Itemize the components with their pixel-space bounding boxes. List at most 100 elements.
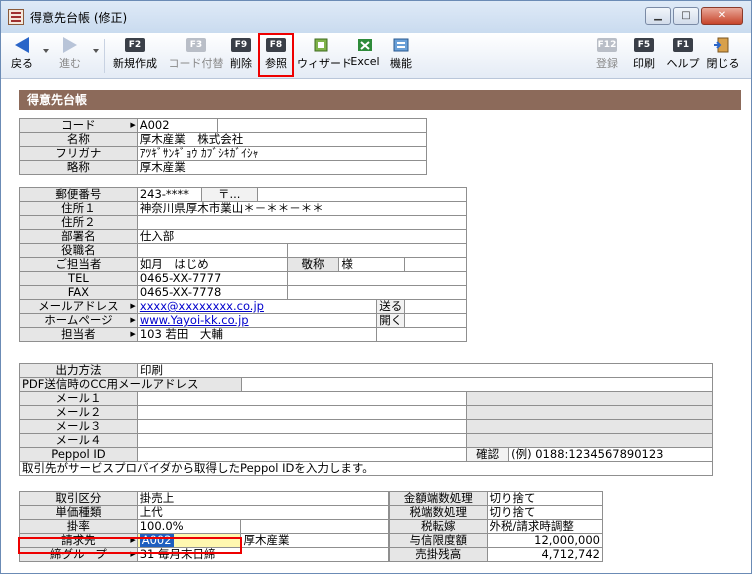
minimize-button[interactable]: ▁ xyxy=(645,7,671,25)
back-button[interactable]: 戻る xyxy=(5,35,39,75)
zip-lookup-button[interactable]: 〒... xyxy=(200,187,258,202)
price-type-label: 単価種類 xyxy=(19,505,138,520)
title-bar: 得意先台帳 (修正) ▁ □ ✕ xyxy=(1,1,751,33)
tax-rounding-field[interactable]: 切り捨て xyxy=(486,505,604,520)
amount-rounding-field[interactable]: 切り捨て xyxy=(486,491,604,506)
kana-field[interactable]: ｱﾂｷﾞｻﾝｷﾞｮｳ ｶﾌﾞｼｷｶﾞｲｼｬ xyxy=(136,146,428,161)
exit-door-icon xyxy=(714,37,729,53)
send-mail-button[interactable]: 送る xyxy=(376,299,406,314)
address2-field[interactable] xyxy=(136,215,468,230)
name-field[interactable]: 厚木産業 株式会社 xyxy=(136,132,428,147)
close-window-button[interactable]: ✕ xyxy=(701,7,743,25)
mail1-field[interactable] xyxy=(136,391,468,406)
bill-to-highlight xyxy=(18,537,242,554)
help-button[interactable]: F1 ヘルプ xyxy=(665,35,701,75)
mail2-label: メール２ xyxy=(19,405,138,420)
output-settings-table: 出力方法 印刷 PDF送信時のCC用メールアドレス メール１ メール２ メール３ … xyxy=(19,363,714,476)
peppol-label: Peppol ID xyxy=(19,447,138,462)
excel-button[interactable]: Excel xyxy=(349,35,381,75)
staff-field[interactable]: 103 若田 大輔 xyxy=(136,327,378,342)
delete-button[interactable]: F9 削除 xyxy=(227,35,255,75)
mail4-field[interactable] xyxy=(136,433,468,448)
contact-table: 郵便番号 243-**** 〒... 住所１ 神奈川県厚木市業山＊－＊＊－＊＊ 住所２… xyxy=(19,187,468,342)
contact-person-label: ご担当者 xyxy=(19,257,138,272)
mail1-label: メール１ xyxy=(19,391,138,406)
tax-settings-table: 金額端数処理 切り捨て 税端数処理 切り捨て 税転嫁 外税/請求時調整 与信限度額 12… xyxy=(389,491,604,562)
address1-field[interactable]: 神奈川県厚木市業山＊－＊＊－＊＊ xyxy=(136,201,468,216)
rate-label: 掛率 xyxy=(19,519,138,534)
change-code-button[interactable]: F3 コード付替 xyxy=(167,35,225,75)
honorific-field[interactable]: 様 xyxy=(338,257,406,272)
credit-limit-label: 与信限度額 xyxy=(389,533,488,548)
mail2-field[interactable] xyxy=(136,405,468,420)
tax-mode-field[interactable]: 外税/請求時調整 xyxy=(486,519,604,534)
receivable-balance-label: 売掛残高 xyxy=(389,547,488,562)
code-field[interactable]: A002 xyxy=(136,118,218,133)
receivable-balance-field: 4,712,742 xyxy=(486,547,604,562)
zip-field[interactable]: 243-**** xyxy=(136,187,202,202)
department-field[interactable]: 仕入部 xyxy=(136,229,468,244)
mail3-label: メール３ xyxy=(19,419,138,434)
f1-key-icon: F1 xyxy=(673,38,693,52)
department-label: 部署名 xyxy=(19,229,138,244)
position-field[interactable] xyxy=(136,243,288,258)
zip-label: 郵便番号 xyxy=(19,187,138,202)
address1-label: 住所１ xyxy=(19,201,138,216)
peppol-id-field[interactable] xyxy=(136,447,468,462)
address2-label: 住所２ xyxy=(19,215,138,230)
functions-icon xyxy=(393,38,409,52)
peppol-note: 取引先がサービスプロバイダから取得したPeppol IDを入力します。 xyxy=(19,461,713,476)
section-header: 得意先台帳 xyxy=(19,90,741,110)
maximize-button[interactable]: □ xyxy=(673,7,699,25)
forward-dropdown-icon[interactable] xyxy=(93,49,99,53)
credit-limit-field[interactable]: 12,000,000 xyxy=(486,533,604,548)
output-method-label: 出力方法 xyxy=(19,363,138,378)
homepage-label: ホームページ xyxy=(19,313,138,328)
back-dropdown-icon[interactable] xyxy=(43,49,49,53)
trade-type-field[interactable]: 掛売上 xyxy=(136,491,390,506)
tel-field[interactable]: 0465-XX-7777 xyxy=(136,271,288,286)
peppol-confirm-button[interactable]: 確認 xyxy=(466,447,510,462)
code-label: コード xyxy=(19,118,138,133)
basic-info-table: コードA002 名称厚木産業 株式会社 フリガナｱﾂｷﾞｻﾝｷﾞｮｳ ｶﾌﾞｼｷ… xyxy=(19,118,428,175)
mail4-label: メール４ xyxy=(19,433,138,448)
functions-button[interactable]: 機能 xyxy=(385,35,417,75)
short-name-field[interactable]: 厚木産業 xyxy=(136,160,428,175)
customer-ledger-window: 得意先台帳 (修正) ▁ □ ✕ 戻る 進む F2 新規作成 F3 コード付替 … xyxy=(0,0,752,574)
forward-arrow-icon xyxy=(63,37,77,53)
email-field[interactable]: xxxx@xxxxxxxx.co.jp xyxy=(136,299,378,314)
contact-person-field[interactable]: 如月 はじめ xyxy=(136,257,288,272)
toolbar: 戻る 進む F2 新規作成 F3 コード付替 F9 削除 F8 参照 ウィザード xyxy=(1,33,751,79)
price-type-field[interactable]: 上代 xyxy=(136,505,390,520)
print-button[interactable]: F5 印刷 xyxy=(629,35,659,75)
f5-key-icon: F5 xyxy=(634,38,654,52)
excel-icon xyxy=(358,39,372,51)
wizard-icon xyxy=(314,38,328,52)
fax-label: FAX xyxy=(19,285,138,300)
tax-rounding-label: 税端数処理 xyxy=(389,505,488,520)
mail3-field[interactable] xyxy=(136,419,468,434)
forward-button[interactable]: 進む xyxy=(53,35,87,75)
tax-mode-label: 税転嫁 xyxy=(389,519,488,534)
fax-field[interactable]: 0465-XX-7778 xyxy=(136,285,288,300)
open-homepage-button[interactable]: 開く xyxy=(376,313,406,328)
rate-field[interactable]: 100.0% xyxy=(136,519,242,534)
short-name-label: 略称 xyxy=(19,160,138,175)
tel-label: TEL xyxy=(19,271,138,286)
cc-mail-label: PDF送信時のCC用メールアドレス xyxy=(19,377,242,392)
back-arrow-icon xyxy=(15,37,29,53)
homepage-field[interactable]: www.Yayoi-kk.co.jp xyxy=(136,313,378,328)
new-button[interactable]: F2 新規作成 xyxy=(107,35,163,75)
kana-label: フリガナ xyxy=(19,146,138,161)
close-button[interactable]: 閉じる xyxy=(705,35,741,75)
output-method-field[interactable]: 印刷 xyxy=(136,363,714,378)
name-label: 名称 xyxy=(19,132,138,147)
app-icon xyxy=(8,9,24,25)
honorific-label: 敬称 xyxy=(286,257,340,272)
register-button[interactable]: F12 登録 xyxy=(593,35,621,75)
f9-key-icon: F9 xyxy=(231,38,251,52)
form-area: 得意先台帳 コードA002 名称厚木産業 株式会社 フリガナｱﾂｷﾞｻﾝｷﾞｮｳ… xyxy=(1,80,751,573)
f2-key-icon: F2 xyxy=(125,38,145,52)
wizard-button[interactable]: ウィザード xyxy=(297,35,352,75)
reference-button[interactable]: F8 参照 xyxy=(258,33,294,77)
